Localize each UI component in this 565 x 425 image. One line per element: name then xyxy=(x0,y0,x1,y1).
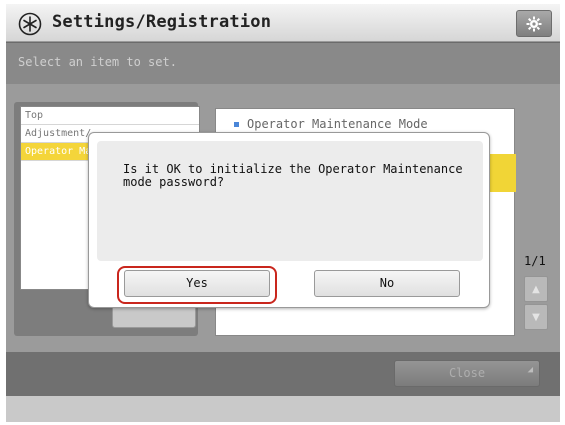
yes-button[interactable]: Yes xyxy=(124,270,270,297)
right-panel-title: Operator Maintenance Mode xyxy=(247,117,428,131)
right-panel-header: Operator Maintenance Mode xyxy=(234,117,428,131)
page-title: Settings/Registration xyxy=(52,12,272,32)
no-button[interactable]: No xyxy=(314,270,460,297)
confirm-dialog: Is it OK to initialize the Operator Main… xyxy=(88,132,490,308)
triangle-down-icon: ▼ xyxy=(532,311,540,323)
list-item-top[interactable]: Top xyxy=(21,107,199,125)
instruction-bar: Select an item to set. xyxy=(6,43,560,84)
page-indicator: 1/1 xyxy=(524,254,546,268)
settings-button[interactable] xyxy=(516,10,552,37)
gear-icon xyxy=(526,16,542,31)
screen: Settings/Registration Select an item to xyxy=(6,4,560,422)
scroll-down-button[interactable]: ▼ xyxy=(524,304,548,330)
corner-arrow-icon: ◢ xyxy=(527,365,533,375)
instruction-text: Select an item to set. xyxy=(18,55,177,69)
bullet-icon xyxy=(234,122,239,127)
status-footer xyxy=(6,396,560,422)
dialog-message: Is it OK to initialize the Operator Main… xyxy=(123,162,463,189)
title-bar: Settings/Registration xyxy=(6,4,560,42)
close-button[interactable]: Close ◢ xyxy=(394,360,540,387)
triangle-up-icon: ▲ xyxy=(532,283,540,295)
bottom-bar: Close ◢ xyxy=(6,352,560,396)
settings-asterisk-icon xyxy=(18,12,42,36)
close-button-label: Close xyxy=(448,366,486,380)
dialog-message-box: Is it OK to initialize the Operator Main… xyxy=(97,141,483,261)
scroll-up-button[interactable]: ▲ xyxy=(524,276,548,302)
